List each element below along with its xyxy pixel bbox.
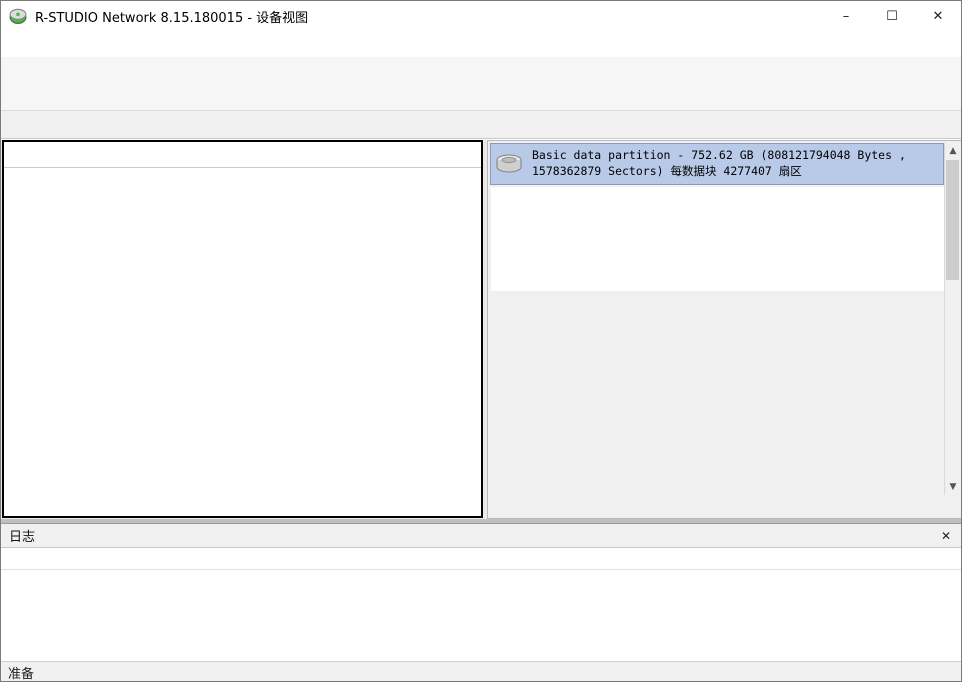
app-window: R-STUDIO Network 8.15.180015 - 设备视图 – ☐ … (0, 0, 962, 682)
view-tab-strip (1, 111, 961, 139)
scroll-thumb[interactable] (946, 160, 959, 280)
scan-scrollbar[interactable]: ▲ ▼ (944, 143, 960, 495)
minimize-button[interactable]: – (823, 1, 869, 31)
window-title: R-STUDIO Network 8.15.180015 - 设备视图 (35, 7, 308, 26)
scan-info-panel: Basic data partition - 752.62 GB (808121… (487, 140, 962, 519)
scroll-up-icon[interactable]: ▲ (945, 143, 961, 159)
log-panel: 日志 ✕ (1, 523, 962, 661)
main-area: Basic data partition - 752.62 GB (808121… (1, 140, 962, 519)
maximize-button[interactable]: ☐ (869, 1, 915, 31)
scroll-down-icon[interactable]: ▼ (945, 479, 961, 495)
app-icon (9, 7, 27, 25)
device-table-header (4, 142, 481, 168)
status-text: 准备 (8, 663, 34, 682)
title-bar: R-STUDIO Network 8.15.180015 - 设备视图 – ☐ … (1, 1, 961, 31)
log-title: 日志 (9, 526, 937, 545)
scan-legend (494, 293, 944, 493)
close-button[interactable]: ✕ (915, 1, 961, 31)
menu-bar (1, 31, 961, 57)
log-header (1, 548, 962, 570)
log-close-icon[interactable]: ✕ (937, 527, 955, 545)
toolbar (1, 57, 961, 111)
log-title-bar: 日志 ✕ (1, 524, 962, 548)
partition-summary-text: Basic data partition - 752.62 GB (808121… (532, 148, 939, 179)
partition-summary: Basic data partition - 752.62 GB (808121… (490, 143, 944, 185)
scan-block-map[interactable] (491, 187, 945, 291)
status-bar: 准备 (1, 661, 962, 682)
drive-icon (495, 153, 525, 175)
device-tree-panel (2, 140, 483, 518)
